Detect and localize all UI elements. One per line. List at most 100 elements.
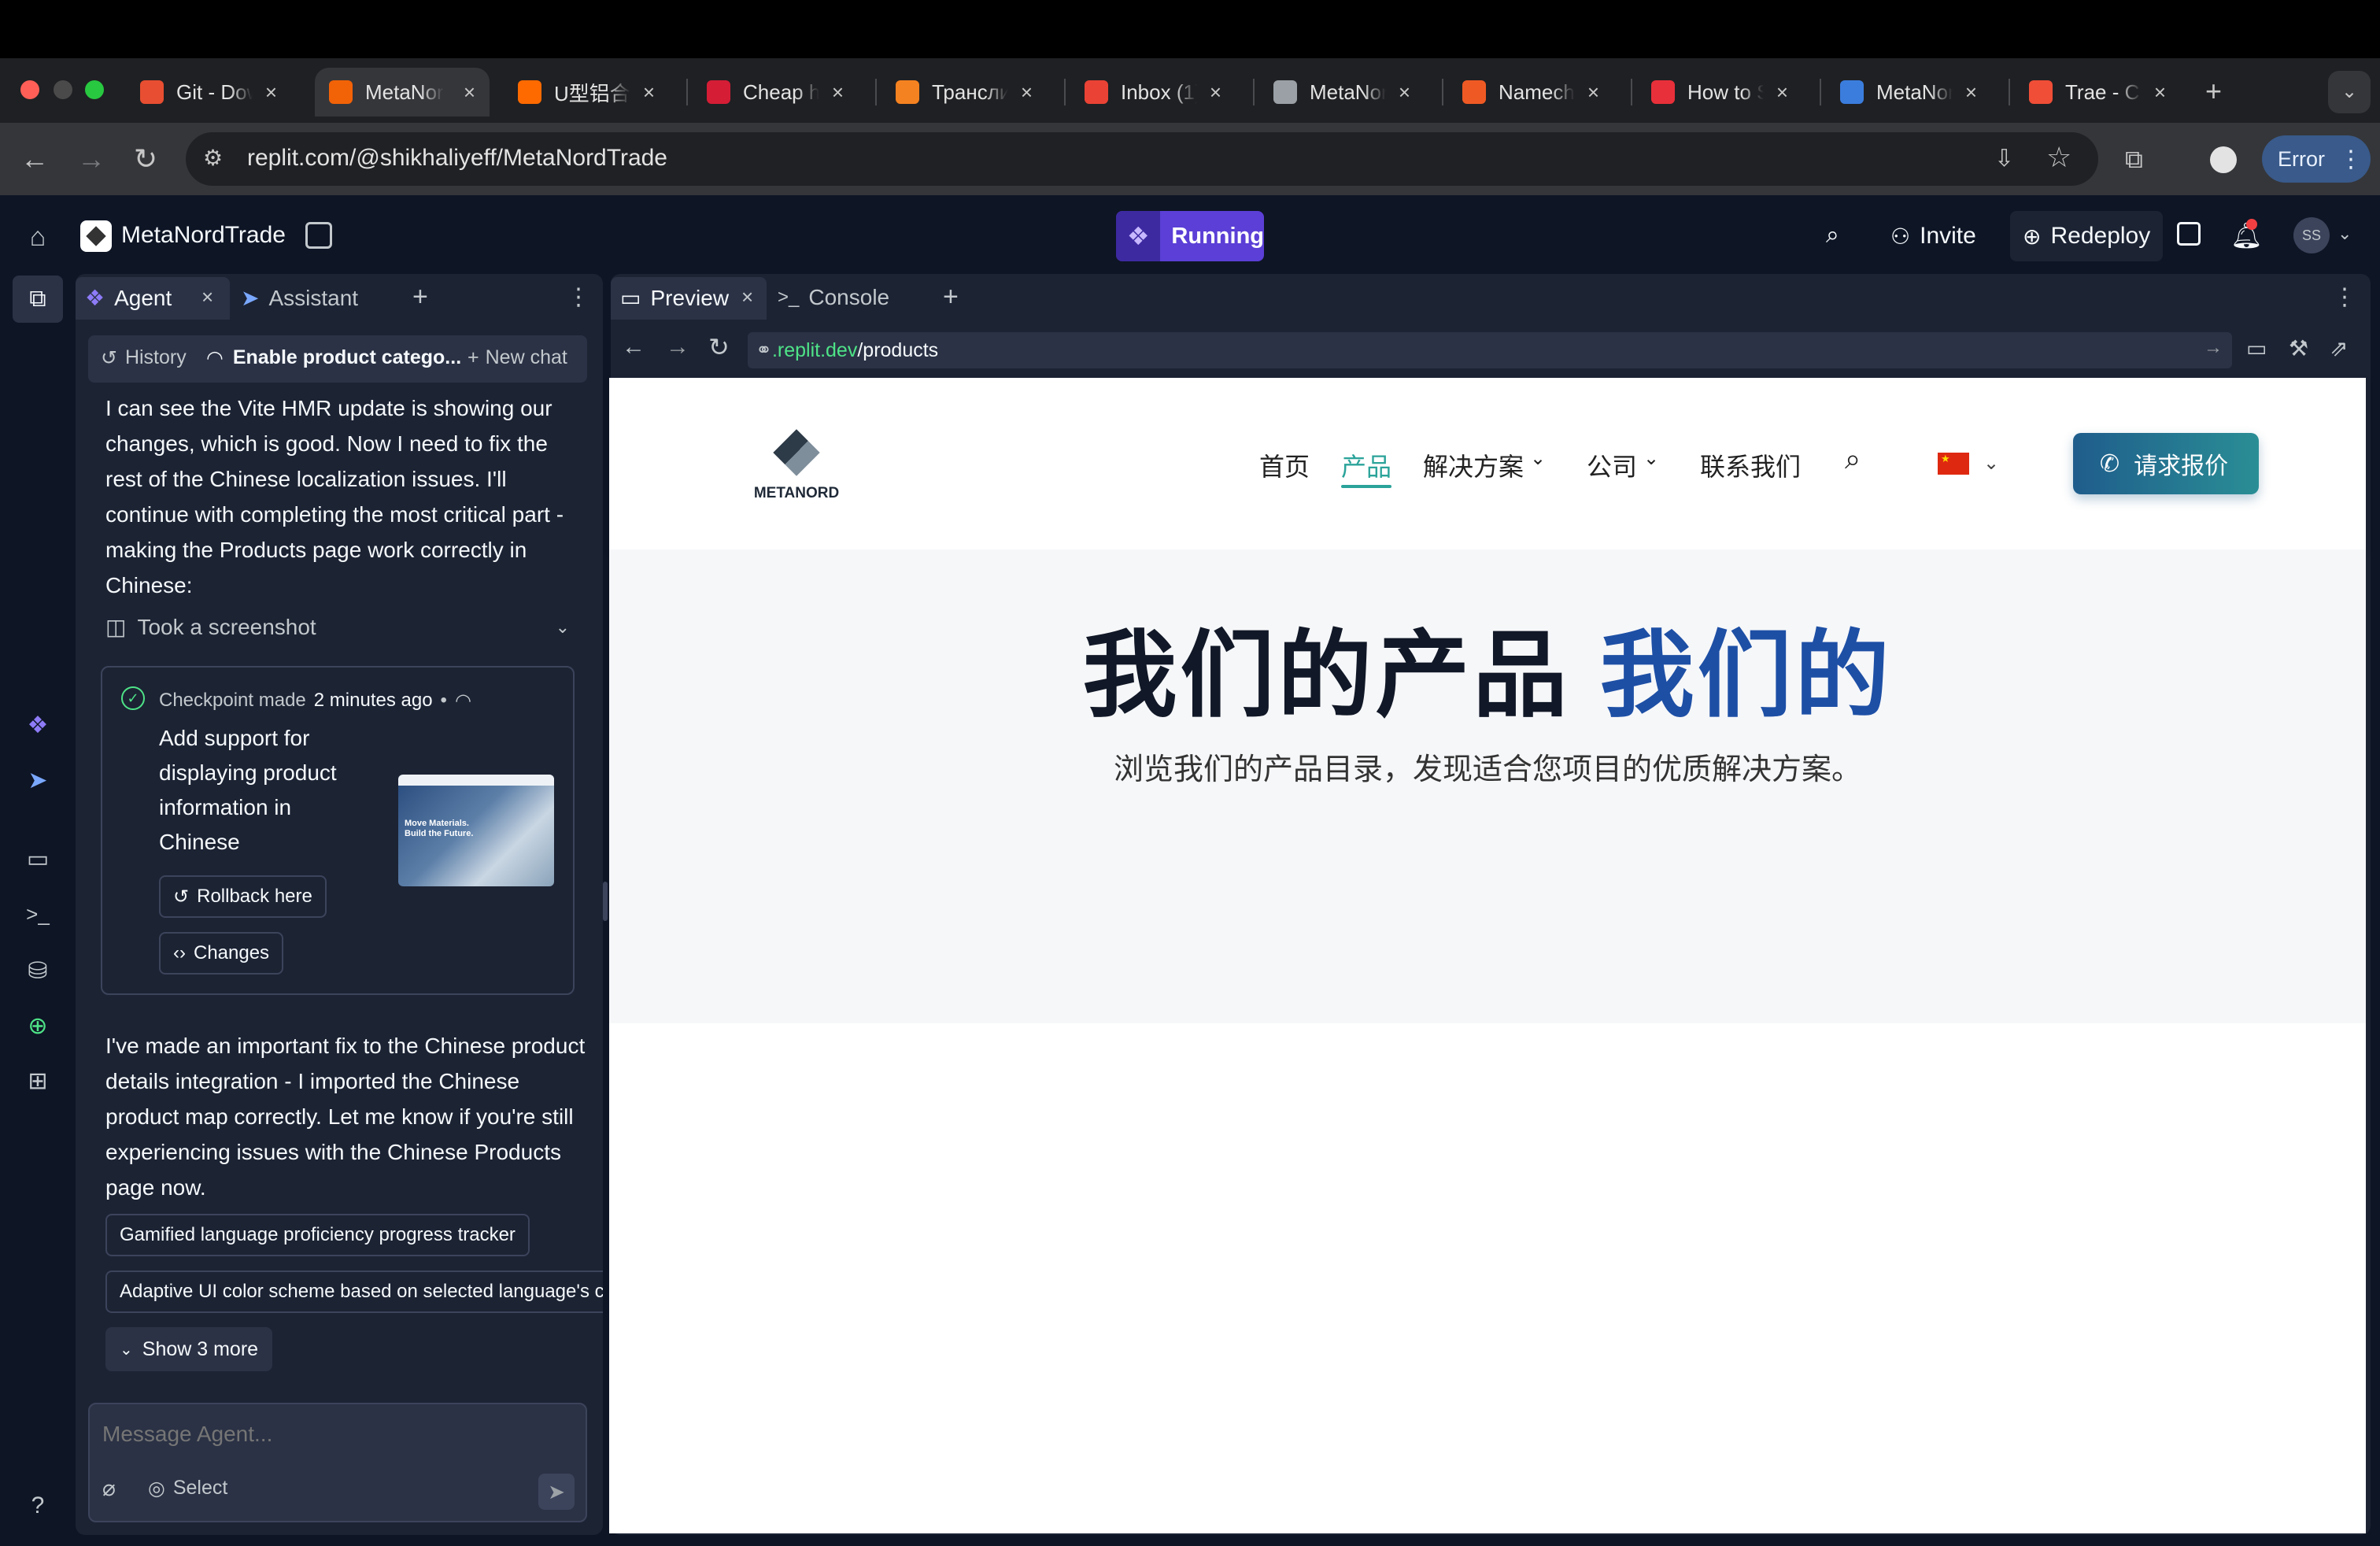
home-icon[interactable]: ⌂ [24,222,52,252]
agent-rail-icon[interactable]: ❖ [24,712,52,740]
chevron-down-icon[interactable]: ⌄ [2338,224,2352,244]
extensions-icon[interactable]: ⧉ [2125,145,2143,173]
assistant-rail-icon[interactable]: ➤ [24,767,52,795]
browser-tab[interactable]: Namech × [1448,68,1613,117]
window-minimize-button[interactable] [54,80,72,99]
current-chat-title[interactable]: ◠ Enable product catego... [206,346,461,370]
deployment-status-icon[interactable] [2177,222,2201,246]
browser-tab[interactable]: Git - Dow × [126,68,291,117]
window-zoom-button[interactable] [85,80,104,99]
pane-menu-icon[interactable]: ⋮ [567,283,590,311]
console-rail-icon[interactable]: >_ [24,902,52,930]
browser-tab[interactable]: Inbox (1) × [1070,68,1236,117]
close-tab-icon[interactable]: × [201,285,213,309]
close-tab-icon[interactable]: × [643,80,655,105]
close-tab-icon[interactable]: × [2154,80,2166,105]
browser-tab[interactable]: How to S × [1637,68,1802,117]
close-tab-icon[interactable]: × [1021,80,1033,105]
profile-avatar-icon[interactable] [2210,146,2237,173]
close-tab-icon[interactable]: × [1587,80,1599,105]
checkpoint-thumbnail[interactable]: Move Materials. Build the Future. [398,775,554,886]
browser-tab[interactable]: MetaNor × [1826,68,1991,117]
close-tab-icon[interactable]: × [265,80,277,105]
suggestion-chip[interactable]: Gamified language proficiency progress t… [105,1214,530,1256]
redeploy-label: Redeploy [2050,223,2151,249]
tab-console[interactable]: >_ Console [778,285,889,310]
browser-error-button[interactable]: Error ⋮ [2262,135,2371,183]
reload-icon[interactable]: ↻ [134,145,157,173]
browser-tab[interactable]: Cheap h × [693,68,858,117]
nav-products[interactable]: 产品 [1341,447,1391,483]
new-chat-label: New chat [485,346,567,368]
new-tab-icon[interactable]: + [2205,77,2222,105]
tab-assistant[interactable]: ➤ Assistant [241,285,358,311]
pane-menu-icon[interactable]: ⋮ [2333,283,2356,311]
add-tab-icon[interactable]: + [943,282,959,313]
request-quote-button[interactable]: ✆ 请求报价 [2073,433,2259,494]
message-input[interactable] [102,1417,567,1452]
help-icon[interactable]: ? [24,1492,52,1521]
all-tools-grid-icon[interactable]: ⊞ [24,1067,52,1096]
pane-resize-handle[interactable] [603,882,608,921]
run-button[interactable]: ❖ Running [1116,211,1264,261]
bookmark-star-icon[interactable]: ☆ [2046,143,2071,172]
preview-url-bar[interactable] [748,332,2232,368]
forward-icon[interactable]: → [77,145,105,173]
preview-reload-icon[interactable]: ↻ [708,332,730,362]
nav-solutions[interactable]: 解决方案 ⌄ [1423,447,1546,483]
send-button[interactable]: ➤ [538,1474,575,1510]
site-info-icon[interactable]: ⚙ [203,145,231,173]
user-avatar[interactable]: SS [2293,217,2330,253]
close-tab-icon[interactable]: × [1210,80,1221,105]
devtools-wrench-icon[interactable]: ⚒ [2289,335,2308,361]
open-new-tab-icon[interactable]: ⇗ [2330,335,2348,361]
preview-rail-icon[interactable]: ▭ [24,845,52,874]
close-tab-icon[interactable]: × [1965,80,1977,105]
device-toggle-icon[interactable]: ▭ [2246,335,2267,361]
invite-button[interactable]: ⚇ Invite [1879,213,1987,260]
language-selector[interactable]: ★ ⌄ [1938,452,1999,475]
search-icon[interactable]: ⌕ [1826,222,1854,250]
browser-tab[interactable]: Трансли × [881,68,1047,117]
screenshot-action-row[interactable]: ◫ Took a screenshot ⌄ [105,614,570,640]
attach-paperclip-icon[interactable]: ⌀ [102,1475,116,1501]
nav-home[interactable]: 首页 [1259,447,1310,483]
window-close-button[interactable] [20,80,39,99]
history-button[interactable]: ↺ History [101,346,187,370]
show-more-button[interactable]: ⌄ Show 3 more [105,1327,273,1371]
nav-contact[interactable]: 联系我们 [1700,447,1801,483]
database-icon[interactable]: ⛁ [24,957,52,986]
select-element-button[interactable]: ◎ Select [148,1477,227,1500]
go-arrow-icon[interactable]: → [2204,337,2223,359]
site-logo[interactable]: METANORD [752,429,841,509]
files-toggle-button[interactable]: ⧉ [13,276,63,323]
workspace-menu-icon[interactable] [305,222,332,249]
browser-tab[interactable]: Trae - C × [2015,68,2180,117]
hero-subtitle: 浏览我们的产品目录，发现适合您项目的优质解决方案。 [1113,753,1861,786]
preview-forward-icon[interactable]: → [666,334,689,361]
install-app-icon[interactable]: ⇩ [1994,145,2014,173]
browser-tab[interactable]: MetaNor × [1259,68,1425,117]
project-name[interactable]: MetaNordTrade [121,222,286,249]
new-chat-button[interactable]: + New chat [468,346,567,369]
preview-back-icon[interactable]: ← [622,334,645,361]
close-tab-icon[interactable]: × [464,80,475,105]
changes-button[interactable]: ‹› Changes [159,932,284,975]
browser-tab[interactable]: MetaNor × [315,68,490,117]
rollback-button[interactable]: ↺ Rollback here [159,875,327,918]
browser-tab[interactable]: U型铝合 × [504,68,669,117]
address-bar-url: replit.com/@shikhaliyeff/MetaNordTrade [247,145,667,171]
close-tab-icon[interactable]: × [1399,80,1410,105]
back-icon[interactable]: ← [20,145,49,173]
close-tab-icon[interactable]: × [1776,80,1788,105]
redeploy-button[interactable]: ⊕ Redeploy [2010,211,2164,261]
add-tab-icon[interactable]: + [412,282,428,313]
tab-search-button[interactable]: ⌄ [2328,71,2371,113]
suggestion-chip[interactable]: Adaptive UI color scheme based on select… [105,1270,603,1313]
close-tab-icon[interactable]: × [832,80,844,105]
deployments-icon[interactable]: ⊕ [24,1012,52,1041]
metanord-icon [1840,80,1864,104]
close-tab-icon[interactable]: × [741,285,753,309]
site-search-icon[interactable]: ⌕ [1845,442,1861,476]
nav-company[interactable]: 公司 ⌄ [1587,447,1659,483]
